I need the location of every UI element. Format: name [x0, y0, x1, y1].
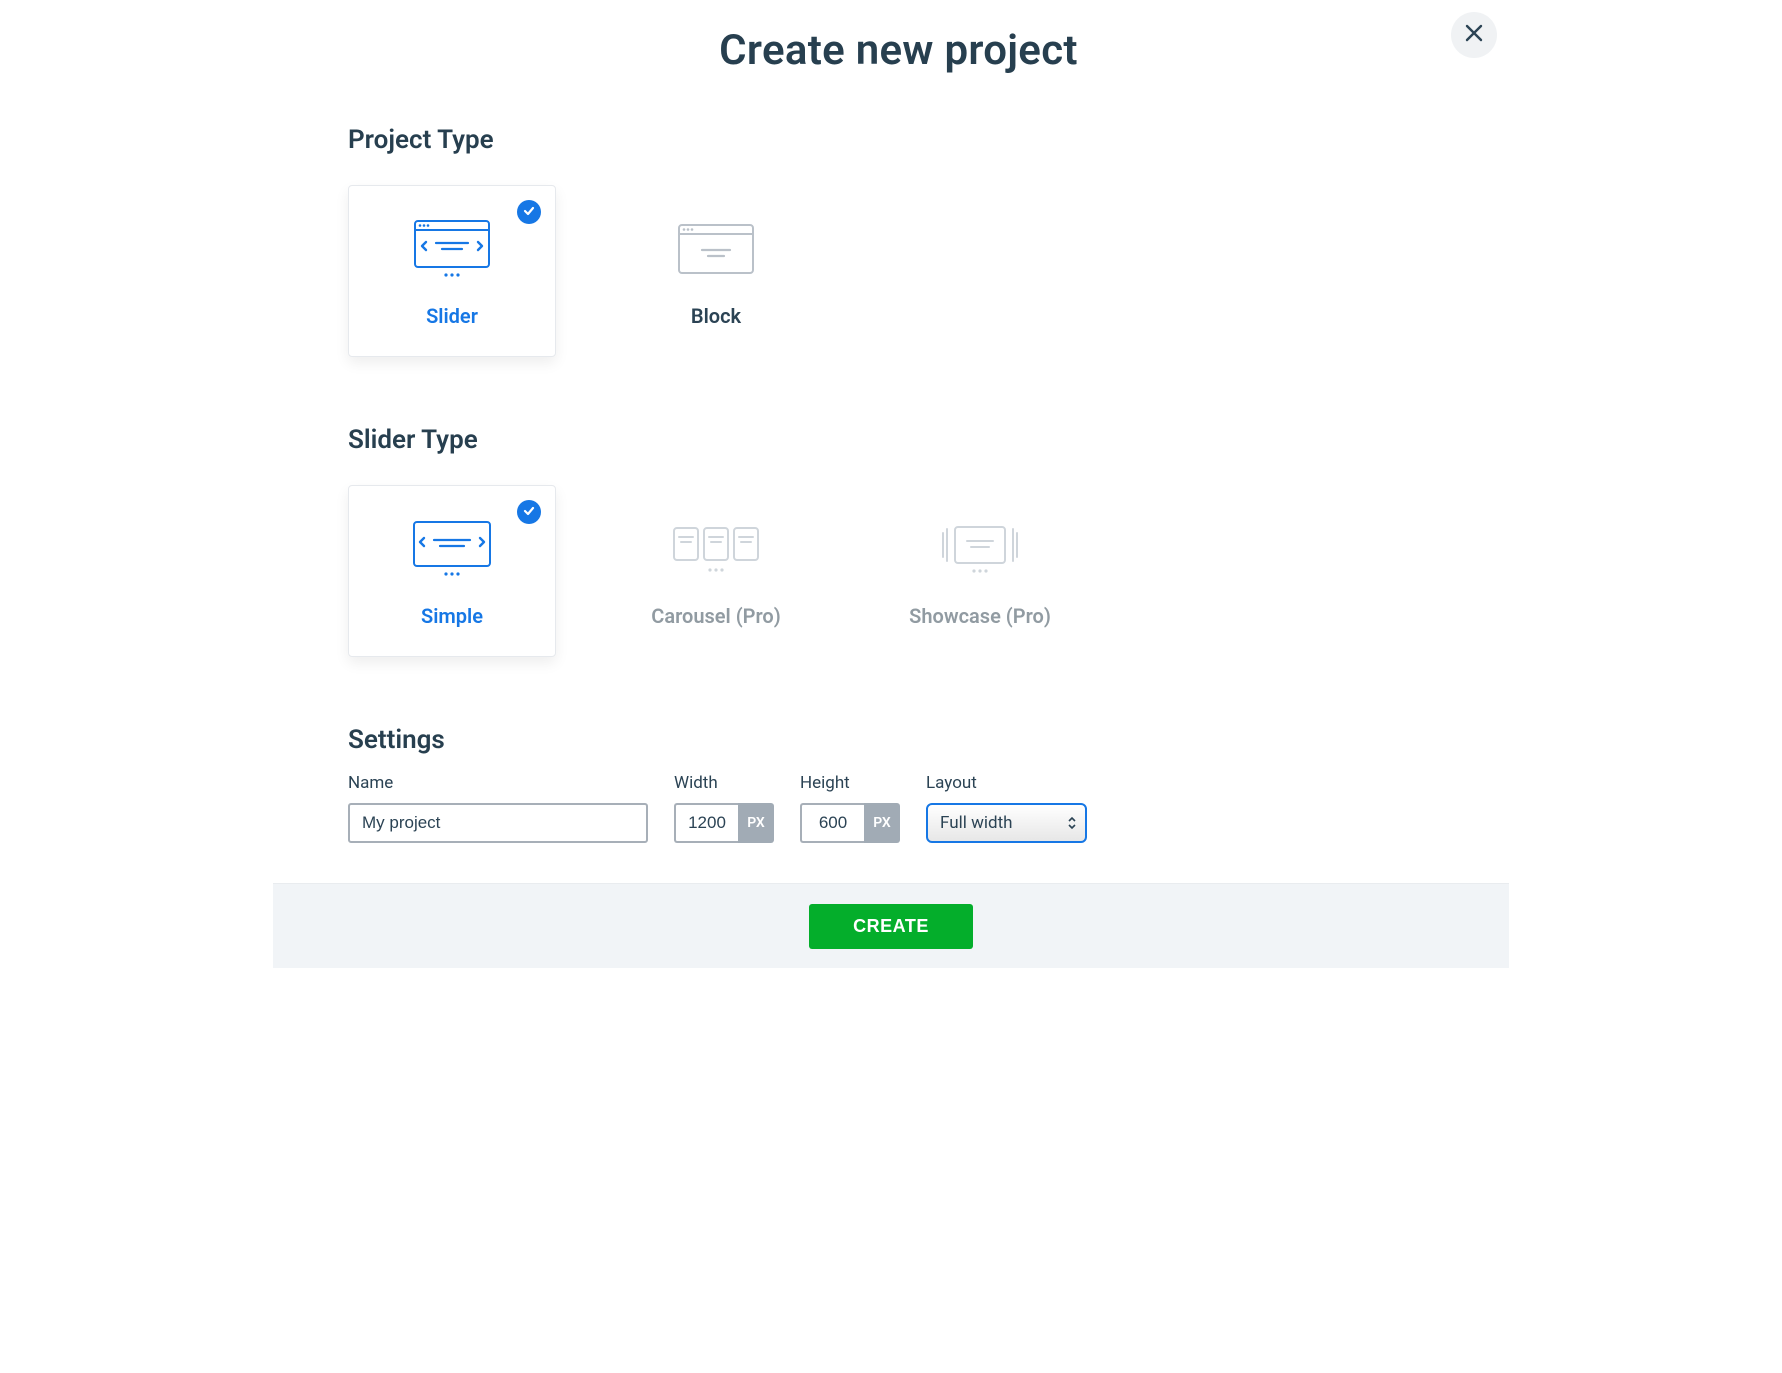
settings-fields: Name Width PX Height PX Layout [348, 773, 1449, 843]
height-field-group: Height PX [800, 773, 900, 843]
check-badge [517, 200, 541, 224]
height-unit: PX [864, 803, 900, 843]
width-unit: PX [738, 803, 774, 843]
height-input[interactable] [800, 803, 864, 843]
section-heading-slider-type: Slider Type [348, 425, 1449, 455]
section-heading-settings: Settings [348, 725, 1449, 755]
layout-label: Layout [926, 773, 1087, 793]
showcase-icon [939, 514, 1021, 584]
layout-select-value: Full width [940, 813, 1013, 833]
block-icon [676, 214, 756, 284]
slider-type-card-carousel: Carousel (Pro) [612, 485, 820, 657]
name-input[interactable] [348, 803, 648, 843]
page-title: Create new project [348, 26, 1449, 75]
slider-icon [412, 214, 492, 284]
slider-type-label: Simple [421, 604, 483, 628]
slider-type-row: Simple Carousel (Pro) [348, 485, 1449, 657]
close-button[interactable] [1451, 12, 1497, 58]
name-label: Name [348, 773, 648, 793]
width-field-group: Width PX [674, 773, 774, 843]
check-icon [522, 203, 536, 222]
close-icon [1465, 24, 1483, 46]
check-icon [522, 503, 536, 522]
slider-type-card-showcase: Showcase (Pro) [876, 485, 1084, 657]
project-type-label: Block [691, 304, 741, 328]
footer: CREATE [273, 883, 1509, 968]
height-label: Height [800, 773, 900, 793]
width-input[interactable] [674, 803, 738, 843]
project-type-card-slider[interactable]: Slider [348, 185, 556, 357]
layout-field-group: Layout Full width [926, 773, 1087, 843]
slider-type-label: Showcase (Pro) [909, 604, 1051, 628]
name-field-group: Name [348, 773, 648, 843]
simple-slider-icon [410, 514, 494, 584]
select-arrows-icon [1067, 816, 1077, 830]
width-label: Width [674, 773, 774, 793]
slider-type-card-simple[interactable]: Simple [348, 485, 556, 657]
project-type-card-block[interactable]: Block [612, 185, 820, 357]
carousel-icon [670, 514, 762, 584]
project-type-row: Slider Block [348, 185, 1449, 357]
create-button[interactable]: CREATE [809, 904, 973, 949]
check-badge [517, 500, 541, 524]
layout-select[interactable]: Full width [926, 803, 1087, 843]
project-type-label: Slider [426, 304, 478, 328]
slider-type-label: Carousel (Pro) [651, 604, 780, 628]
section-heading-project-type: Project Type [348, 125, 1449, 155]
